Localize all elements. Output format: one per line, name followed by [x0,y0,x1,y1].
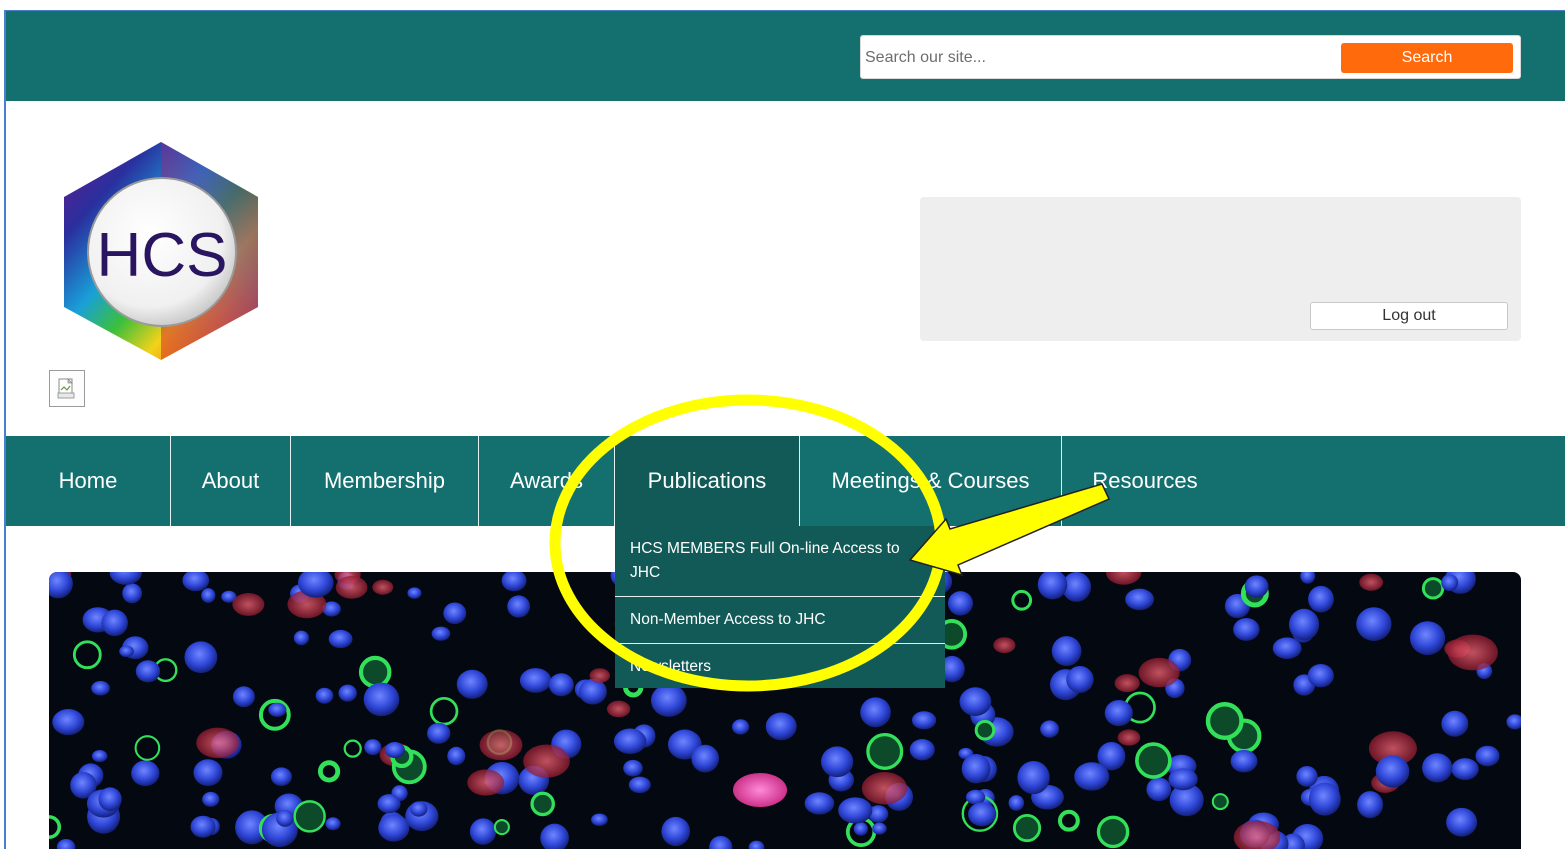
search-input[interactable] [865,40,1335,76]
nav-item-about[interactable]: About [171,436,291,526]
logout-button[interactable]: Log out [1310,302,1508,330]
nav-item-publications[interactable]: Publications [615,436,800,526]
page-frame-left [4,10,6,849]
search-button[interactable]: Search [1341,43,1513,73]
nav-item-meetings-courses[interactable]: Meetings & Courses [800,436,1062,526]
main-nav: Home About Membership Awards Publication… [6,436,1565,526]
dropdown-item-newsletters[interactable]: Newsletters [615,644,945,688]
nav-item-membership[interactable]: Membership [291,436,479,526]
nav-item-home[interactable]: Home [6,436,171,526]
dropdown-item-non-member-jhc-access[interactable]: Non-Member Access to JHC [615,597,945,644]
hcs-logo[interactable]: HCS [62,140,260,362]
publications-dropdown: HCS MEMBERS Full On-line Access to JHC N… [615,526,945,688]
nav-item-awards[interactable]: Awards [479,436,615,526]
account-panel: Log out [920,197,1521,341]
search-form: Search [860,35,1521,79]
logo-text: HCS [97,221,228,290]
dropdown-item-members-jhc-access[interactable]: HCS MEMBERS Full On-line Access to JHC [615,526,945,597]
broken-image-icon [49,370,85,407]
nav-item-resources[interactable]: Resources [1062,436,1228,526]
